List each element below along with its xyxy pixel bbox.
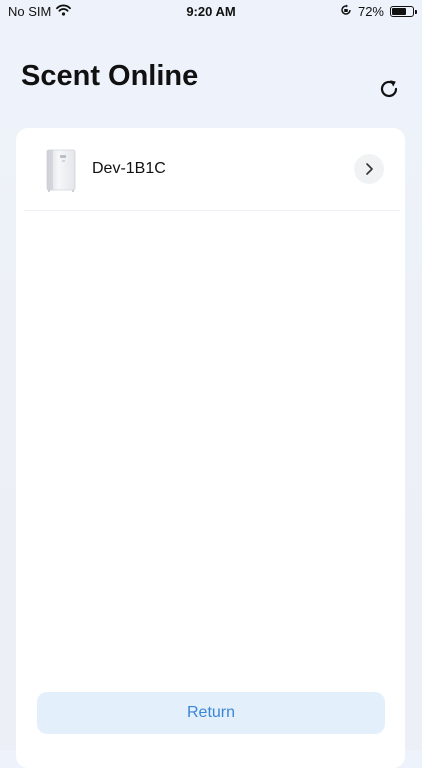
- chevron-right-icon: [366, 163, 373, 175]
- device-name: Dev-1B1C: [92, 160, 166, 177]
- status-right: 72%: [340, 4, 417, 19]
- orientation-lock-icon: [340, 4, 352, 19]
- battery-fill: [392, 8, 406, 15]
- battery-cap: [415, 10, 417, 14]
- device-list-card: Dev-1B1C: [16, 128, 405, 768]
- refresh-icon: [380, 80, 398, 98]
- refresh-button[interactable]: [376, 76, 402, 102]
- diffuser-device-icon: [44, 148, 78, 192]
- status-bar: No SIM 9:20 AM 72%: [0, 0, 422, 24]
- battery-icon: [390, 6, 417, 17]
- battery-percent: 72%: [357, 4, 384, 19]
- device-open-button[interactable]: [354, 154, 384, 184]
- page-title: Scent Online: [21, 60, 199, 92]
- return-button[interactable]: Return: [37, 692, 385, 734]
- device-row[interactable]: Dev-1B1C: [24, 138, 400, 211]
